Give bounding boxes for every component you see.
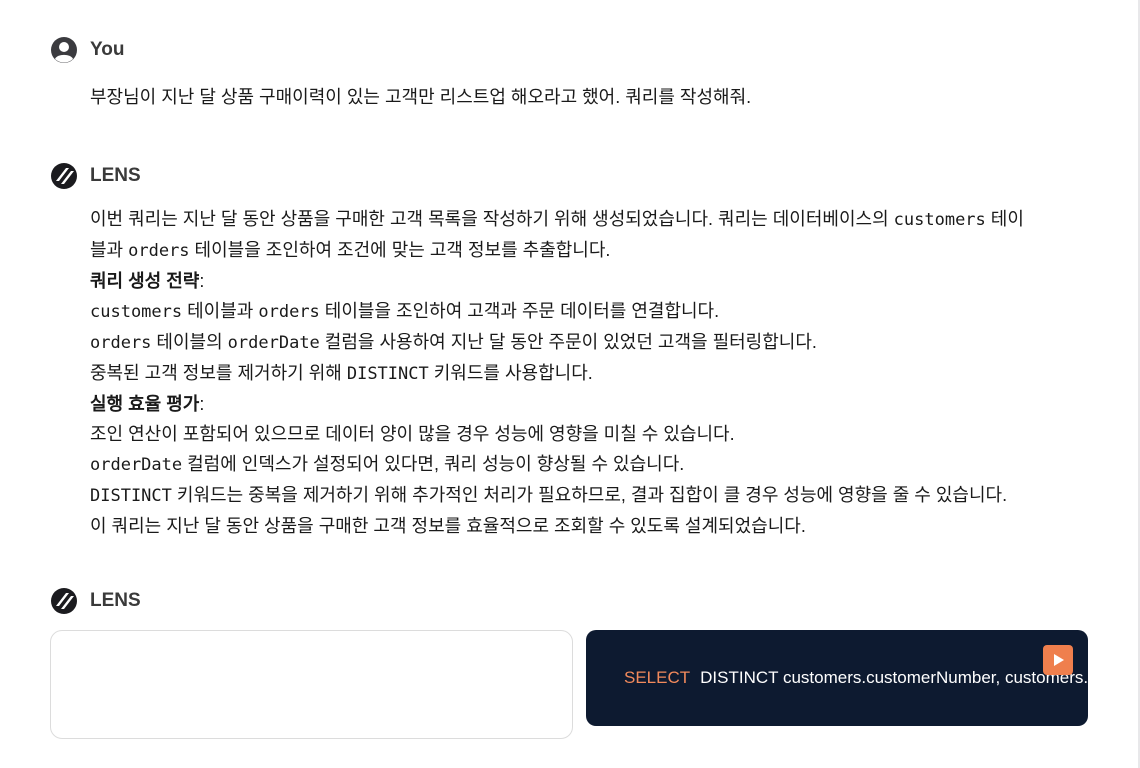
- inline-code: orderDate: [90, 455, 183, 475]
- strategy-line-2: orders 테이블의 orderDate 컬럼을 사용하여 지난 달 동안 주…: [90, 327, 1090, 358]
- efficiency-heading: 실행 효율 평가:: [90, 389, 1090, 419]
- user-message-text: 부장님이 지난 달 상품 구매이력이 있는 고객만 리스트업 해오라고 했어. …: [90, 82, 1090, 112]
- text-span: 테이: [985, 209, 1024, 229]
- text-span: 키워드를 사용합니다.: [428, 363, 593, 383]
- text-span: 테이블을 조인하여 조건에 맞는 고객 정보를 추출합니다.: [189, 240, 611, 260]
- sql-query-text: DISTINCT customers.customerNumber, custo…: [700, 668, 1088, 687]
- user-avatar-icon: [51, 37, 77, 63]
- text-span: 컬럼에 인덱스가 설정되어 있다면, 쿼리 성능이 향상될 수 있습니다.: [182, 454, 685, 474]
- inline-code: orderDate: [227, 333, 320, 353]
- inline-code: customers: [893, 210, 986, 230]
- inline-code: orders: [90, 333, 152, 353]
- play-icon: [1054, 654, 1064, 666]
- efficiency-line-1: 조인 연산이 포함되어 있으므로 데이터 양이 많을 경우 성능에 영향을 미칠…: [90, 424, 735, 444]
- text-span: 블과: [90, 240, 129, 260]
- text-span: 이번 쿼리는 지난 달 동안 상품을 구매한 고객 목록을 작성하기 위해 생성…: [90, 209, 894, 229]
- intro-line-1: 이번 쿼리는 지난 달 동안 상품을 구매한 고객 목록을 작성하기 위해 생성…: [90, 204, 1090, 235]
- text-span: :: [199, 271, 205, 291]
- text-span: 테이블의: [151, 332, 228, 352]
- result-panel: [50, 630, 573, 739]
- efficiency-line-2: orderDate 컬럼에 인덱스가 설정되어 있다면, 쿼리 성능이 향상될 …: [90, 449, 1090, 480]
- user-sender-name: You: [90, 39, 125, 60]
- strategy-line-3: 중복된 고객 정보를 제거하기 위해 DISTINCT 키워드를 사용합니다.: [90, 358, 1090, 389]
- run-query-button[interactable]: [1043, 645, 1073, 675]
- assistant-message-header: LENS: [50, 162, 141, 190]
- assistant-sender-name: LENS: [90, 165, 141, 186]
- inline-code: orders: [128, 241, 190, 261]
- lens-logo-icon: [51, 588, 77, 614]
- user-message-line: 부장님이 지난 달 상품 구매이력이 있는 고객만 리스트업 해오라고 했어. …: [90, 87, 752, 107]
- text-span: :: [199, 394, 205, 414]
- code-sender-name: LENS: [90, 590, 141, 611]
- text-span: 중복된 고객 정보를 제거하기 위해: [90, 363, 347, 383]
- inline-code: orders: [258, 302, 320, 322]
- efficiency-line-3: DISTINCT 키워드는 중복을 제거하기 위해 추가적인 처리가 필요하므로…: [90, 480, 1090, 511]
- sql-keyword: SELECT: [624, 668, 691, 687]
- text-span: 키워드는 중복을 제거하기 위해 추가적인 처리가 필요하므로, 결과 집합이 …: [171, 485, 1008, 505]
- text-span: 테이블을 조인하여 고객과 주문 데이터를 연결합니다.: [319, 301, 720, 321]
- inline-code: customers: [90, 302, 183, 322]
- assistant-message-text: 이번 쿼리는 지난 달 동안 상품을 구매한 고객 목록을 작성하기 위해 생성…: [90, 204, 1090, 541]
- sql-code-block[interactable]: SELECT DISTINCT customers.customerNumber,…: [586, 630, 1088, 726]
- text-span: 컬럼을 사용하여 지난 달 동안 주문이 있었던 고객을 필터링합니다.: [319, 332, 817, 352]
- inline-code: DISTINCT: [90, 486, 172, 506]
- strategy-line-1: customers 테이블과 orders 테이블을 조인하여 고객과 주문 데…: [90, 296, 1090, 327]
- strategy-heading: 쿼리 생성 전략:: [90, 266, 1090, 296]
- sql-query-line: SELECT DISTINCT customers.customerNumber,…: [624, 668, 1088, 688]
- intro-line-2: 블과 orders 테이블을 조인하여 조건에 맞는 고객 정보를 추출합니다.: [90, 235, 1090, 266]
- text-span: 테이블과: [182, 301, 259, 321]
- code-message-header: LENS: [50, 587, 141, 615]
- lens-logo-icon: [51, 163, 77, 189]
- user-message-header: You: [50, 36, 124, 64]
- inline-code: DISTINCT: [346, 364, 429, 384]
- heading-text: 실행 효율 평가: [90, 394, 200, 414]
- closing-line: 이 쿼리는 지난 달 동안 상품을 구매한 고객 정보를 효율적으로 조회할 수…: [90, 516, 806, 536]
- heading-text: 쿼리 생성 전략: [90, 271, 200, 291]
